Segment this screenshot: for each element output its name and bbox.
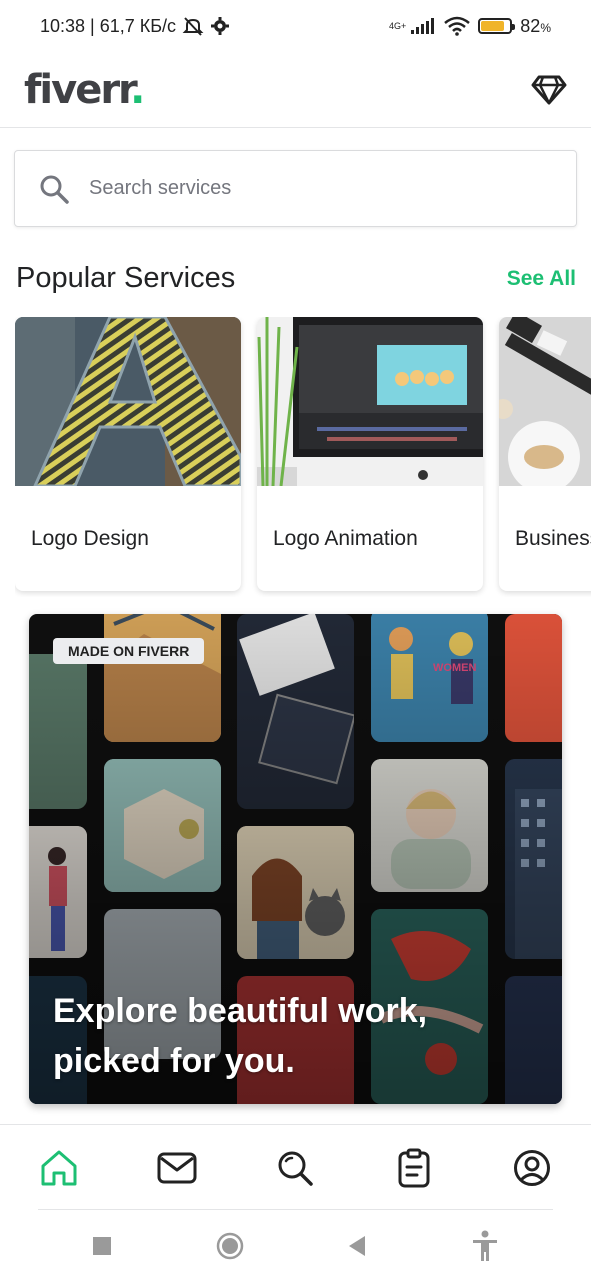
status-time: 10:38 | 61,7 КБ/с [40,15,177,36]
settings-gear-icon [211,17,230,35]
home-button-icon[interactable] [216,1232,244,1260]
service-card-logo-animation[interactable]: Logo Animation [257,317,483,591]
service-card-image [499,317,591,486]
banner-headline: Explore beautiful work, picked for you. [53,986,533,1086]
nav-profile[interactable] [502,1138,562,1198]
popular-services-header: Popular Services See All [16,262,576,295]
home-icon [41,1150,77,1185]
fiverr-logo[interactable]: fiverr. [24,70,145,110]
status-bar: 10:38 | 61,7 КБ/с 4G+ 82% [0,0,591,52]
battery-icon [478,18,516,34]
signal-icon [411,18,435,34]
battery-level [481,21,505,31]
service-card-label: Logo Design [31,526,149,550]
user-circle-icon [513,1149,550,1186]
accessibility-icon[interactable] [471,1230,499,1262]
status-right: 4G+ 82% [389,16,551,37]
search-icon [278,1151,314,1186]
service-card-image [257,317,483,486]
app-header: fiverr. [0,52,591,128]
service-card-image [15,317,241,486]
recent-apps-icon[interactable] [92,1236,112,1256]
search-icon [40,175,69,204]
back-icon[interactable] [347,1235,367,1257]
bottom-navigation [0,1124,591,1210]
service-card-business-stationery[interactable]: Business Stationery [499,317,591,591]
network-type: 4G+ [389,20,407,31]
made-on-fiverr-badge: MADE ON FIVERR [53,638,205,664]
nav-orders[interactable] [384,1138,444,1198]
search-bar[interactable] [14,150,577,227]
popular-services-carousel[interactable]: Logo Design Logo Animation Busines [15,317,591,597]
nav-divider [38,1209,553,1210]
diamond-icon[interactable] [531,75,567,105]
search-input[interactable] [89,177,509,200]
service-card-label: Business Stationery [515,526,591,550]
service-card-label: Logo Animation [273,526,418,550]
clipboard-icon [398,1148,430,1187]
nav-messages[interactable] [147,1138,207,1198]
explore-banner[interactable]: WOMEN MADE ON FIVERR Explore beautiful w… [29,614,562,1104]
status-left: 10:38 | 61,7 КБ/с [40,15,230,37]
battery-percent: 82% [520,15,551,36]
nav-home[interactable] [29,1138,89,1198]
banner-headline-line2: picked for you. [53,1042,295,1080]
system-navigation [0,1212,591,1280]
nav-search[interactable] [265,1138,325,1198]
muted-bell-icon [182,17,204,36]
wifi-icon [444,16,471,36]
banner-headline-line1: Explore beautiful work, [53,992,428,1030]
section-title: Popular Services [16,262,236,294]
see-all-link[interactable]: See All [507,267,576,291]
envelope-icon [157,1152,197,1183]
service-card-logo-design[interactable]: Logo Design [15,317,241,591]
